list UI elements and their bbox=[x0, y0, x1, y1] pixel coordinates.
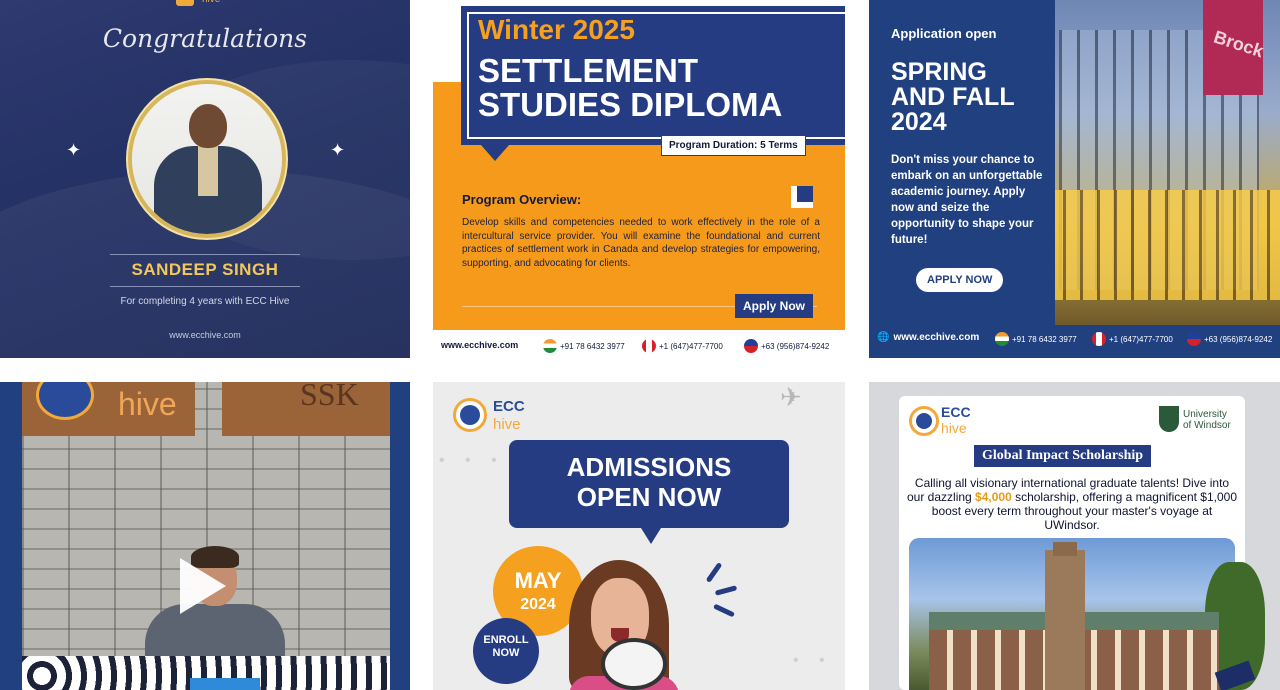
philippines-flag-icon bbox=[1187, 332, 1201, 346]
tower-top bbox=[1053, 542, 1077, 556]
promo-body: Don't miss your chance to embark on an u… bbox=[891, 154, 1043, 246]
brand-top: ECC bbox=[493, 398, 525, 415]
sign-left-text: hive bbox=[118, 386, 177, 422]
brand-bottom: hive bbox=[941, 420, 967, 436]
divider bbox=[110, 286, 300, 287]
logo-text: hive bbox=[202, 0, 220, 5]
enroll-line1: ENROLL bbox=[483, 634, 529, 646]
decor-dots: • • • bbox=[439, 452, 505, 469]
program-title-line2: STUDIES DIPLOMA bbox=[478, 86, 783, 123]
overview-title: Program Overview: bbox=[462, 192, 582, 207]
india-flag-icon bbox=[995, 332, 1009, 346]
portrait-photo bbox=[128, 80, 286, 238]
india-contact: +91 78 6432 3977 bbox=[543, 339, 625, 353]
canada-contact: +1 (647)477-7700 bbox=[642, 339, 723, 353]
post-tile-admissions[interactable]: ECC hive ✈ • • • • • ADMISSIONS OPEN NOW… bbox=[433, 382, 845, 690]
website-text: www.ecchive.com bbox=[893, 332, 980, 343]
honoree-name: SANDEEP SINGH bbox=[131, 260, 279, 279]
globe-icon: 🌐 bbox=[877, 332, 890, 343]
lit-interior bbox=[1049, 190, 1280, 300]
sign-right-text: SSK bbox=[300, 382, 359, 412]
admissions-headline: ADMISSIONS OPEN NOW bbox=[509, 452, 789, 512]
india-phone: +91 78 6432 3977 bbox=[1012, 334, 1077, 344]
laptop bbox=[190, 678, 260, 690]
scholarship-banner: Global Impact Scholarship bbox=[974, 445, 1152, 467]
congratulations-heading: Congratulations bbox=[102, 24, 308, 53]
duration-badge: Program Duration: 5 Terms bbox=[661, 135, 806, 156]
india-flag-icon bbox=[543, 339, 557, 353]
megaphone-icon bbox=[601, 638, 667, 690]
speech-tail bbox=[641, 528, 661, 544]
philippines-contact: +63 (956)874-9242 bbox=[744, 339, 829, 353]
canada-phone: +1 (647)477-7700 bbox=[659, 341, 723, 351]
divider bbox=[110, 254, 300, 255]
shout-line-icon bbox=[714, 585, 738, 596]
philippines-phone: +63 (956)874-9242 bbox=[761, 341, 830, 351]
university-line1: University bbox=[1183, 409, 1227, 420]
enroll-line2: NOW bbox=[492, 647, 520, 659]
canada-flag-icon bbox=[642, 339, 656, 353]
website-contact: 🌐 www.ecchive.com bbox=[877, 332, 979, 343]
headline-line2: OPEN NOW bbox=[576, 482, 722, 512]
philippines-flag-icon bbox=[744, 339, 758, 353]
post-tile-video[interactable]: hive SSK bbox=[0, 382, 410, 690]
apply-now-button[interactable]: APPLY NOW bbox=[916, 268, 1004, 292]
website-text: www.ecchive.com bbox=[441, 340, 519, 350]
season-label: Winter 2025 bbox=[478, 14, 635, 45]
photo-head bbox=[189, 104, 227, 148]
post-tile-spring-fall[interactable]: Brock Application open SPRING AND FALL 2… bbox=[869, 0, 1280, 358]
canada-phone: +1 (647)477-7700 bbox=[1109, 334, 1173, 344]
university-shield-icon bbox=[1159, 406, 1179, 432]
india-contact: +91 78 6432 3977 bbox=[995, 332, 1077, 346]
program-title-line1: SETTLEMENT bbox=[478, 52, 698, 89]
honoree-description: For completing 4 years with ECC Hive bbox=[120, 296, 290, 307]
shout-line-icon bbox=[705, 562, 723, 583]
corner-mark-icon bbox=[797, 186, 813, 202]
canada-contact: +1 (647)477-7700 bbox=[1092, 332, 1173, 346]
play-icon[interactable] bbox=[180, 558, 226, 614]
canada-flag-icon bbox=[1092, 332, 1106, 346]
scholarship-description: Calling all visionary international grad… bbox=[907, 476, 1237, 532]
apply-now-button[interactable]: Apply Now bbox=[735, 294, 813, 318]
university-line2: of Windsor bbox=[1183, 420, 1231, 431]
headline-line1: ADMISSIONS bbox=[566, 452, 732, 482]
ecc-logo-core bbox=[916, 413, 932, 429]
sparkle-icon: ✦ bbox=[330, 140, 346, 160]
brand-bottom: hive bbox=[493, 416, 521, 433]
ecc-logo-icon bbox=[176, 0, 194, 6]
headline-line3: 2024 bbox=[891, 108, 947, 136]
overview-text: Develop skills and competencies needed t… bbox=[462, 217, 820, 269]
kicker-text: Application open bbox=[891, 26, 997, 41]
philippines-phone: +63 (956)874-9242 bbox=[1204, 334, 1273, 344]
building-tower bbox=[1045, 550, 1085, 690]
decor-dots: • • bbox=[793, 652, 833, 669]
india-phone: +91 78 6432 3977 bbox=[560, 341, 625, 351]
speech-tail bbox=[481, 145, 509, 161]
scholarship-amount: $4,000 bbox=[975, 490, 1012, 504]
photo-shirt bbox=[198, 146, 218, 196]
ecc-logo-core bbox=[460, 405, 480, 425]
headline-line2: AND FALL bbox=[891, 83, 1015, 111]
post-tile-scholarship[interactable]: ECC hive University of Windsor Global Im… bbox=[869, 382, 1280, 690]
intake-month: MAY bbox=[514, 568, 562, 593]
headline-line1: SPRING bbox=[891, 58, 987, 86]
website-text: www.ecchive.com bbox=[169, 330, 241, 340]
post-tile-congratulations[interactable]: hive Congratulations ✦ ✦ SANDEEP SINGH F… bbox=[0, 0, 410, 358]
philippines-contact: +63 (956)874-9242 bbox=[1187, 332, 1272, 346]
program-title: SETTLEMENT STUDIES DIPLOMA bbox=[478, 54, 782, 122]
sparkle-icon: ✦ bbox=[66, 140, 82, 160]
airplane-icon: ✈ bbox=[780, 382, 802, 412]
enroll-now-label[interactable]: ENROLL NOW bbox=[473, 634, 539, 660]
shout-line-icon bbox=[712, 603, 736, 618]
university-name: University of Windsor bbox=[1183, 409, 1231, 431]
brand-top: ECC bbox=[941, 404, 971, 420]
intake-headline: SPRING AND FALL 2024 bbox=[891, 60, 1015, 135]
post-tile-settlement-diploma[interactable]: Winter 2025 SETTLEMENT STUDIES DIPLOMA P… bbox=[433, 0, 845, 358]
